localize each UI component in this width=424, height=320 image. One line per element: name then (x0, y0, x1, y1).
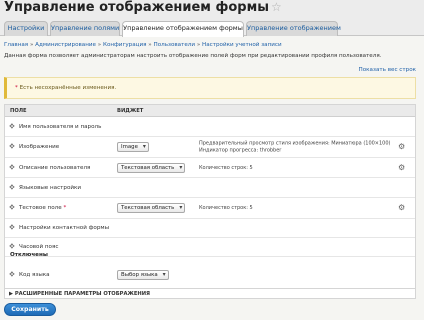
region-disabled-title: Отключены (10, 252, 48, 258)
gear-icon[interactable]: ⚙ (398, 204, 405, 212)
widget-select[interactable]: Текстовая область (117, 162, 186, 173)
field-label: Изображение (19, 144, 60, 150)
advanced-settings-label: РАСШИРЕННЫЕ ПАРАМЕТРЫ ОТОБРАЖЕНИЯ (14, 291, 151, 297)
drag-handle-icon[interactable]: ✥ (9, 271, 15, 279)
table-row: ✥ Код языка Выбор языка (5, 264, 415, 286)
table-row: ✥ Тестовое поле * Текстовая область Коли… (5, 198, 415, 219)
field-label: Настройки контактной формы (19, 225, 110, 231)
unsaved-changes-warning: * Есть несохранённые изменения. (4, 77, 416, 99)
breadcrumb-separator: » (196, 42, 201, 48)
tab-settings[interactable]: Настройки (4, 21, 48, 36)
column-header-field: ПОЛЕ (10, 108, 27, 114)
advanced-display-settings[interactable]: ▶ РАСШИРЕННЫЕ ПАРАМЕТРЫ ОТОБРАЖЕНИЯ (4, 288, 416, 299)
page-title: Управление отображением формы ☆ (4, 0, 282, 15)
table-row: ✥ Изображение Image Предварительный прос… (5, 137, 415, 158)
page-header: Управление отображением формы ☆ Настройки… (0, 0, 424, 37)
breadcrumb-admin[interactable]: Администрирование (35, 42, 96, 48)
widget-settings-summary: Количество строк: 5 (199, 205, 253, 212)
summary-line: Индикатор прогресса: throbber (199, 147, 282, 153)
drag-handle-icon[interactable]: ✥ (9, 164, 15, 171)
summary-line: Количество строк: 5 (199, 204, 253, 211)
breadcrumb-separator: » (148, 42, 152, 48)
table-header: ПОЛЕ ВИДЖЕТ (5, 105, 415, 117)
breadcrumb-home[interactable]: Главная (4, 42, 28, 48)
field-label: Описание пользователя (19, 164, 91, 171)
widget-settings-summary: Количество строк: 5 (199, 164, 253, 171)
tab-manage-form-display[interactable]: Управление отображением формы (122, 21, 244, 37)
widget-select[interactable]: Image (117, 142, 149, 152)
field-label: Часовой пояс (19, 244, 59, 250)
save-button[interactable]: Сохранить (4, 303, 56, 316)
breadcrumb-separator: » (97, 42, 102, 48)
star-icon[interactable]: ☆ (271, 0, 282, 14)
warning-asterisk: * (15, 85, 18, 91)
drag-handle-icon[interactable]: ✥ (9, 243, 15, 251)
table-row: ✥ Часовой пояс (5, 238, 415, 257)
changed-asterisk: * (63, 205, 67, 211)
column-header-widget: ВИДЖЕТ (117, 108, 144, 114)
table-row: ✥ Языковые настройки (5, 178, 415, 198)
page-description: Данная форма позволяет администраторам н… (4, 53, 382, 59)
widget-select[interactable]: Текстовая область (117, 203, 186, 213)
show-row-weights-link[interactable]: Показать вес строк (359, 67, 416, 73)
tab-manage-fields[interactable]: Управление полями (50, 21, 120, 36)
drag-handle-icon[interactable]: ✥ (9, 184, 15, 191)
gear-icon[interactable]: ⚙ (398, 143, 405, 151)
field-label: Код языка (19, 272, 50, 278)
field-display-table: ПОЛЕ ВИДЖЕТ ✥ Имя пользователя и пароль … (4, 104, 416, 297)
widget-settings-summary: Предварительный просмотр стиля изображен… (199, 141, 391, 154)
widget-select[interactable]: Выбор языка (117, 270, 169, 280)
breadcrumb-account-settings[interactable]: Настройки учетной записи (202, 42, 282, 48)
breadcrumb: Главная » Администрирование » Конфигурац… (4, 42, 282, 48)
page-title-text: Управление отображением формы (4, 0, 269, 15)
warning-text: Есть несохранённые изменения. (19, 85, 117, 91)
field-label-text: Тестовое поле (19, 205, 62, 211)
field-label: Языковые настройки (19, 184, 82, 191)
triangle-right-icon: ▶ (9, 291, 13, 297)
table-row: ✥ Имя пользователя и пароль (5, 117, 415, 137)
summary-line: Предварительный просмотр стиля изображен… (199, 140, 391, 147)
summary-line: Количество строк: 5 (199, 164, 253, 171)
table-row: ✥ Описание пользователя Текстовая област… (5, 158, 415, 178)
drag-handle-icon[interactable]: ✥ (9, 123, 15, 130)
breadcrumb-people[interactable]: Пользователи (153, 42, 195, 48)
drag-handle-icon[interactable]: ✥ (9, 224, 15, 232)
breadcrumb-config[interactable]: Конфигурация (103, 42, 147, 48)
drag-handle-icon[interactable]: ✥ (9, 143, 15, 151)
drag-handle-icon[interactable]: ✥ (9, 204, 15, 212)
field-label: Имя пользователя и пароль (19, 123, 102, 130)
tab-manage-display[interactable]: Управление отображением (246, 21, 341, 36)
gear-icon[interactable]: ⚙ (398, 163, 405, 172)
breadcrumb-separator: » (29, 42, 34, 48)
table-row: ✥ Настройки контактной формы (5, 219, 415, 238)
field-label: Тестовое поле * (19, 205, 66, 211)
